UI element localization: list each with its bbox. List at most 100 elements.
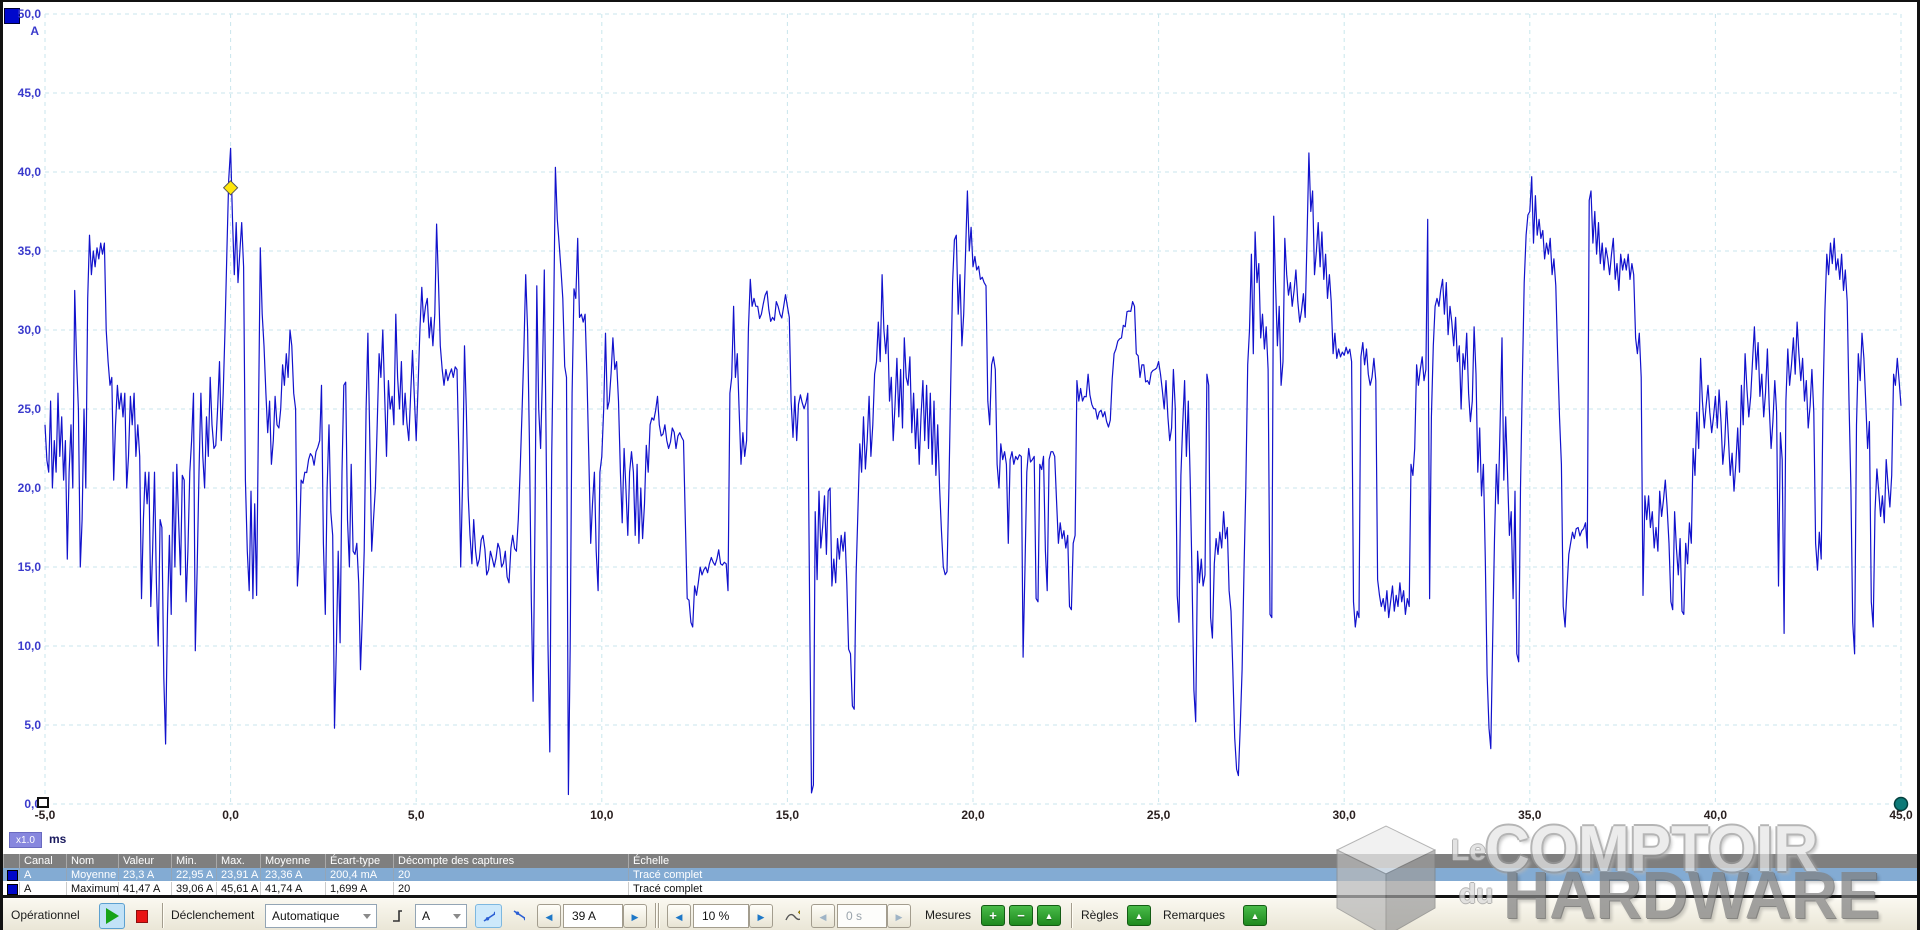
remove-measure-button[interactable]: − bbox=[1009, 905, 1033, 926]
x-axis-tick: 35,0 bbox=[1508, 808, 1552, 822]
collapse-measures-button[interactable]: ▲ bbox=[1037, 905, 1061, 926]
start-capture-button[interactable] bbox=[99, 903, 125, 929]
rising-edge-icon bbox=[482, 908, 495, 924]
table-cell: Tracé complet bbox=[628, 882, 1920, 896]
measures-label: Mesures bbox=[925, 908, 971, 922]
table-cell: 45,61 A bbox=[216, 882, 260, 896]
chevron-down-icon bbox=[453, 914, 461, 919]
x-axis-tick: 15,0 bbox=[765, 808, 809, 822]
toolbar-separator bbox=[655, 903, 656, 928]
rising-edge-button[interactable] bbox=[475, 904, 502, 928]
play-icon bbox=[106, 908, 119, 924]
table-cell: 1,699 A bbox=[325, 882, 393, 896]
falling-edge-button[interactable] bbox=[505, 904, 532, 928]
delay-decrease-button[interactable]: ◀ bbox=[811, 904, 835, 928]
notes-panel-button[interactable]: ▲ bbox=[1243, 905, 1267, 926]
delay-increase-button[interactable]: ▶ bbox=[887, 904, 911, 928]
pretrigger-increase-button[interactable]: ▶ bbox=[749, 904, 773, 928]
table-cell: 20 bbox=[393, 868, 628, 881]
table-cell: Décompte des captures bbox=[393, 854, 628, 868]
table-cell: 23,36 A bbox=[260, 868, 325, 881]
table-cell: A bbox=[19, 868, 66, 881]
trigger-section-label: Déclenchement bbox=[171, 908, 254, 922]
toolbar-separator bbox=[162, 903, 163, 928]
x-axis-tick: 20,0 bbox=[951, 808, 995, 822]
status-label: Opérationnel bbox=[11, 908, 80, 922]
channel-color-icon bbox=[7, 870, 18, 881]
pretrigger-decrease-button[interactable]: ◀ bbox=[667, 904, 691, 928]
table-cell: Tracé complet bbox=[628, 868, 1920, 881]
waveform-plot[interactable] bbox=[3, 2, 1920, 854]
x-axis-tick: 40,0 bbox=[1693, 808, 1737, 822]
table-cell: 200,4 mA bbox=[325, 868, 393, 881]
oscilloscope-window: A 50,0 45,0 40,0 35,0 30,0 25,0 20,0 15,0 10,0 5,… bbox=[0, 0, 1920, 930]
x-axis-tick: 5,0 bbox=[394, 808, 438, 822]
notes-label: Remarques bbox=[1163, 908, 1225, 922]
rules-panel-button[interactable]: ▲ bbox=[1127, 905, 1151, 926]
table-cell: 39,06 A bbox=[171, 882, 216, 896]
table-cell: Écart-type bbox=[325, 854, 393, 868]
trigger-channel-dropdown[interactable]: A bbox=[415, 904, 467, 928]
falling-edge-icon bbox=[512, 908, 525, 924]
table-header-row: CanalNomValeurMin.Max.MoyenneÉcart-typeD… bbox=[3, 854, 1920, 868]
table-cell bbox=[3, 854, 19, 868]
y-axis-tick: 25,0 bbox=[5, 402, 41, 416]
trigger-mode-value: Automatique bbox=[272, 909, 339, 923]
x-axis-tick: 10,0 bbox=[580, 808, 624, 822]
threshold-field[interactable]: 39 A bbox=[563, 904, 623, 928]
channel-color-icon bbox=[7, 884, 18, 895]
y-axis-tick: 20,0 bbox=[5, 481, 41, 495]
y-axis-tick: 30,0 bbox=[5, 323, 41, 337]
table-cell: 23,91 A bbox=[216, 868, 260, 881]
trigger-diamond-marker[interactable] bbox=[224, 181, 238, 195]
trigger-mode-dropdown[interactable]: Automatique bbox=[265, 904, 377, 928]
y-axis-tick: 35,0 bbox=[5, 244, 41, 258]
table-cell: Nom bbox=[66, 854, 118, 868]
table-cell: A bbox=[19, 882, 66, 896]
x-axis-tick: 25,0 bbox=[1137, 808, 1181, 822]
bottom-toolbar: Opérationnel Déclenchement Automatique A… bbox=[3, 898, 1920, 930]
table-cell bbox=[3, 868, 19, 881]
chevron-down-icon bbox=[363, 914, 371, 919]
table-cell: 23,3 A bbox=[118, 868, 171, 881]
table-cell: 41,74 A bbox=[260, 882, 325, 896]
delay-field[interactable]: 0 s bbox=[837, 904, 887, 928]
table-cell: 41,47 A bbox=[118, 882, 171, 896]
table-cell: 20 bbox=[393, 882, 628, 896]
y-axis-tick: 45,0 bbox=[5, 86, 41, 100]
table-cell: Max. bbox=[216, 854, 260, 868]
stop-capture-button[interactable] bbox=[129, 903, 155, 929]
toolbar-separator bbox=[1071, 903, 1072, 928]
measurements-table: CanalNomValeurMin.Max.MoyenneÉcart-typeD… bbox=[3, 854, 1920, 895]
trigger-marker-button[interactable] bbox=[777, 903, 807, 929]
table-cell: Échelle bbox=[628, 854, 1920, 868]
y-axis-tick: 10,0 bbox=[5, 639, 41, 653]
x-axis-tick: 45,0 bbox=[1879, 808, 1920, 822]
threshold-decrease-button[interactable]: ◀ bbox=[537, 904, 561, 928]
table-cell: 22,95 A bbox=[171, 868, 216, 881]
rules-label: Règles bbox=[1081, 908, 1118, 922]
x-axis-tick: -5,0 bbox=[23, 808, 67, 822]
timebase-unit-label: ms bbox=[49, 832, 66, 846]
y-axis-unit: A bbox=[7, 24, 39, 38]
table-row[interactable]: AMoyenne c.c.23,3 A22,95 A23,91 A23,36 A… bbox=[3, 868, 1920, 881]
table-cell: Maximum bbox=[66, 882, 118, 896]
table-cell: Valeur bbox=[118, 854, 171, 868]
y-axis-tick: 50,0 bbox=[5, 7, 41, 21]
channel-offset-handle[interactable] bbox=[37, 797, 49, 808]
x-axis-tick: 30,0 bbox=[1322, 808, 1366, 822]
timebase-scale-badge[interactable]: x1.0 bbox=[9, 832, 42, 848]
y-axis-tick: 15,0 bbox=[5, 560, 41, 574]
y-axis-tick: 40,0 bbox=[5, 165, 41, 179]
x-axis-tick: 0,0 bbox=[209, 808, 253, 822]
table-cell: Min. bbox=[171, 854, 216, 868]
threshold-increase-button[interactable]: ▶ bbox=[623, 904, 647, 928]
trigger-channel-value: A bbox=[422, 909, 430, 923]
stop-icon bbox=[136, 910, 148, 923]
add-measure-button[interactable]: + bbox=[981, 905, 1005, 926]
y-axis-tick: 5,0 bbox=[5, 718, 41, 732]
pretrigger-field[interactable]: 10 % bbox=[693, 904, 749, 928]
advanced-trigger-button[interactable] bbox=[383, 903, 409, 929]
table-cell: Moyenne c.c. bbox=[66, 868, 118, 881]
table-cell bbox=[3, 882, 19, 896]
